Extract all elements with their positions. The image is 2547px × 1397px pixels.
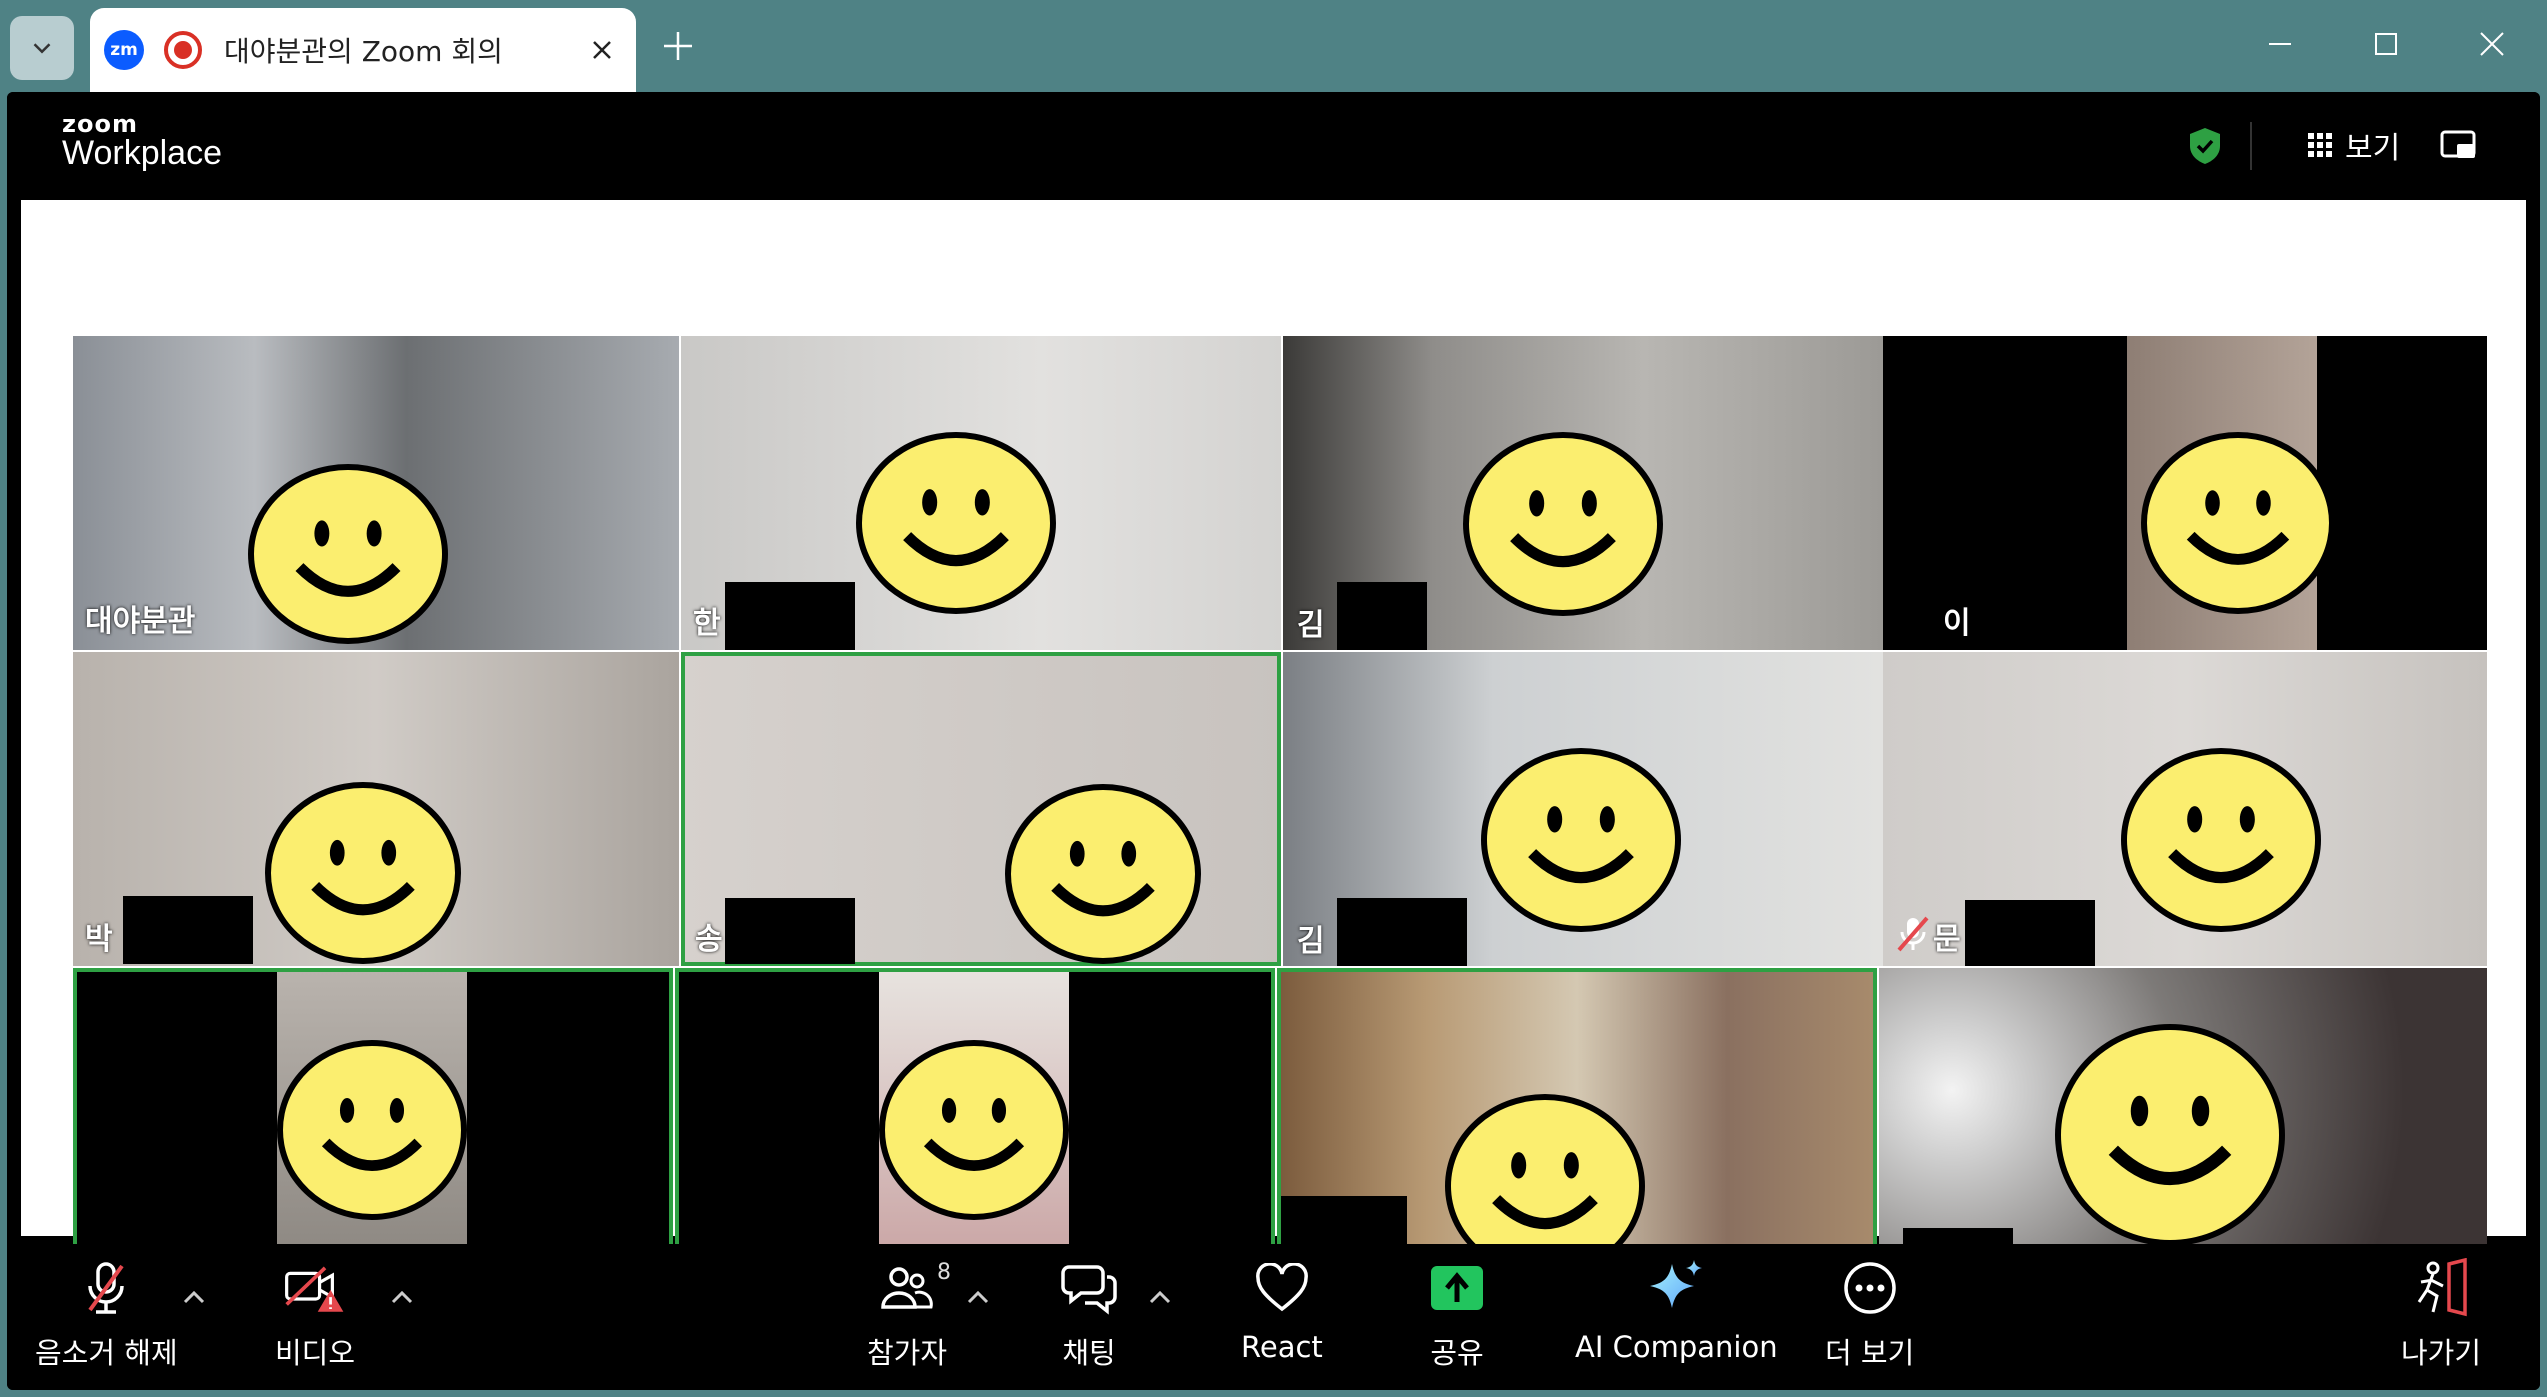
smiley-face-icon bbox=[277, 1040, 467, 1220]
ai-companion-label: AI Companion bbox=[1575, 1330, 1778, 1364]
video-tile[interactable]: 김 bbox=[1283, 336, 1883, 650]
close-tab-icon[interactable] bbox=[582, 30, 622, 70]
video-options-caret-icon[interactable] bbox=[387, 1282, 417, 1312]
smiley-face-icon bbox=[2055, 1024, 2285, 1246]
video-tile[interactable]: 문 bbox=[1883, 652, 2487, 966]
more-button[interactable]: 더 보기 bbox=[1825, 1256, 1914, 1372]
video-tile-speaking[interactable]: 송 bbox=[681, 652, 1281, 966]
redaction-block bbox=[725, 898, 855, 964]
redaction-block bbox=[725, 582, 855, 650]
header-divider bbox=[2250, 122, 2252, 170]
muted-mic-icon bbox=[88, 1262, 125, 1314]
unmute-button[interactable]: 음소거 해제 bbox=[35, 1256, 178, 1372]
video-button[interactable]: 비디오 bbox=[275, 1256, 355, 1372]
redaction-block bbox=[123, 896, 253, 964]
recording-icon bbox=[164, 31, 202, 69]
smiley-face-icon bbox=[879, 1040, 1069, 1220]
brand-logo-workplace: Workplace bbox=[62, 134, 222, 172]
zoom-window: zoom Workplace 보기 대야분관 한 김 이 박 송 김 문 음소거… bbox=[7, 92, 2540, 1390]
browser-titlebar: zm 대야분관의 Zoom 회의 bbox=[0, 0, 2547, 92]
video-tile-speaking[interactable]: 이 bbox=[675, 968, 1275, 1274]
more-label: 더 보기 bbox=[1825, 1336, 1915, 1370]
new-tab-icon[interactable] bbox=[656, 24, 700, 68]
leave-label: 나가기 bbox=[2401, 1336, 2482, 1370]
chat-button[interactable]: 채팅 bbox=[1057, 1256, 1121, 1372]
unmute-label: 음소거 해제 bbox=[35, 1336, 178, 1370]
participant-name: 대야분관 bbox=[85, 604, 196, 639]
heart-icon bbox=[1255, 1263, 1308, 1312]
participants-button[interactable]: 8 참가자 bbox=[867, 1256, 951, 1372]
smiley-face-icon bbox=[1463, 432, 1663, 616]
video-tile[interactable]: 대야분관 bbox=[73, 336, 679, 650]
video-gallery: 대야분관 한 김 이 박 송 김 문 bbox=[21, 200, 2526, 1274]
video-tile[interactable]: 한 bbox=[681, 336, 1281, 650]
share-label: 공유 bbox=[1430, 1336, 1484, 1370]
maximize-icon[interactable] bbox=[2362, 20, 2410, 68]
video-off-icon bbox=[285, 1266, 344, 1312]
share-button[interactable]: 공유 bbox=[1425, 1256, 1489, 1372]
chat-options-caret-icon[interactable] bbox=[1145, 1282, 1175, 1312]
zoom-app-icon: zm bbox=[104, 30, 144, 70]
view-label: 보기 bbox=[2345, 131, 2401, 166]
video-tile-speaking[interactable] bbox=[1277, 968, 1877, 1274]
meeting-toolbar: 음소거 해제 비디오 8 참가자 채팅 React 공유 AI Companio… bbox=[7, 1244, 2540, 1390]
participant-name: 이 bbox=[1943, 606, 1971, 641]
chevron-down-icon bbox=[33, 43, 51, 54]
video-tile[interactable]: 박 bbox=[73, 652, 679, 966]
tab-title: 대야분관의 Zoom 회의 bbox=[224, 35, 503, 68]
smiley-face-icon bbox=[265, 782, 461, 964]
video-tile-speaking[interactable]: 김 bbox=[73, 968, 673, 1274]
video-label: 비디오 bbox=[275, 1336, 356, 1370]
participant-name: 박 bbox=[85, 922, 113, 957]
leave-button[interactable]: 나가기 bbox=[2401, 1256, 2481, 1372]
participants-label: 참가자 bbox=[867, 1336, 948, 1370]
redaction-block bbox=[1965, 900, 2095, 966]
participants-options-caret-icon[interactable] bbox=[963, 1282, 993, 1312]
video-tile[interactable]: 박 bbox=[1879, 968, 2487, 1274]
smiley-face-icon bbox=[2121, 748, 2321, 932]
app-header: zoom Workplace 보기 bbox=[7, 92, 2540, 200]
video-tile[interactable]: 이 bbox=[1883, 336, 2487, 650]
encryption-shield-icon[interactable] bbox=[2187, 126, 2223, 166]
close-window-icon[interactable] bbox=[2468, 20, 2516, 68]
participants-count: 8 bbox=[937, 1260, 952, 1285]
participant-name: 한 bbox=[693, 606, 721, 641]
participant-name: 김 bbox=[1297, 608, 1325, 643]
ai-sparkle-icon bbox=[1650, 1260, 1703, 1308]
tab-list-button[interactable] bbox=[10, 16, 74, 80]
share-screen-icon bbox=[1431, 1266, 1483, 1310]
smiley-face-icon bbox=[856, 432, 1056, 614]
redaction-block bbox=[1337, 582, 1427, 650]
participant-name: 문 bbox=[1933, 922, 1961, 957]
more-dots-icon bbox=[1843, 1262, 1896, 1314]
ai-companion-button[interactable]: AI Companion bbox=[1575, 1256, 1778, 1364]
audio-options-caret-icon[interactable] bbox=[179, 1282, 209, 1312]
video-tile[interactable]: 김 bbox=[1283, 652, 1883, 966]
smiley-face-icon bbox=[248, 464, 448, 644]
chat-icon bbox=[1061, 1265, 1117, 1315]
redaction-block bbox=[1337, 898, 1467, 966]
picture-in-picture-icon[interactable] bbox=[2439, 126, 2479, 166]
smiley-face-icon bbox=[2141, 432, 2335, 614]
react-label: React bbox=[1241, 1330, 1323, 1364]
participants-icon bbox=[881, 1267, 933, 1309]
minimize-icon[interactable] bbox=[2256, 20, 2304, 68]
muted-mic-icon bbox=[1897, 916, 1929, 952]
leave-door-icon bbox=[2417, 1258, 2467, 1317]
chat-label: 채팅 bbox=[1062, 1336, 1116, 1370]
participant-name: 송 bbox=[695, 922, 723, 957]
react-button[interactable]: React bbox=[1241, 1256, 1323, 1364]
grid-icon bbox=[2308, 133, 2332, 157]
browser-tab-zoom[interactable]: zm 대야분관의 Zoom 회의 bbox=[90, 8, 636, 92]
participant-name: 김 bbox=[1297, 924, 1325, 959]
smiley-face-icon bbox=[1005, 784, 1201, 964]
view-button[interactable]: 보기 bbox=[2307, 122, 2400, 168]
smiley-face-icon bbox=[1481, 748, 1681, 932]
